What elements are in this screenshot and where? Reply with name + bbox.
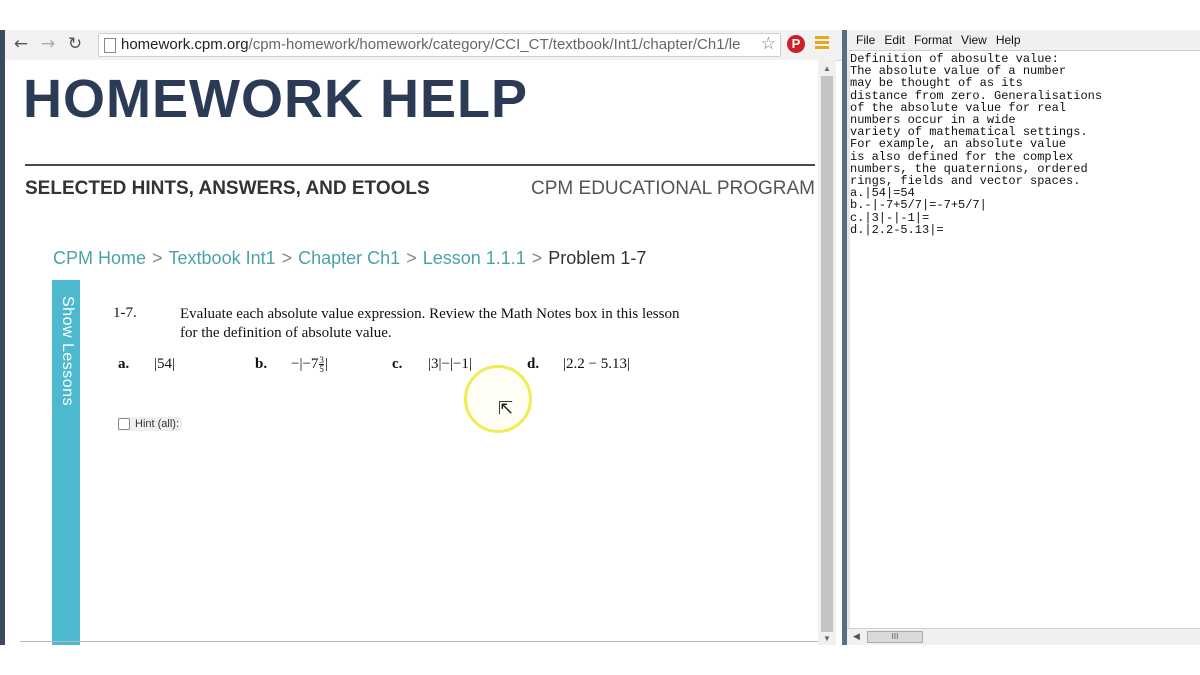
forward-icon[interactable]: → [38, 34, 58, 54]
scroll-left-icon[interactable]: ◀ [853, 631, 860, 642]
breadcrumb-textbook-link[interactable]: Textbook Int1 [169, 248, 276, 268]
hint-label: Hint (all): [135, 418, 180, 430]
back-icon[interactable]: ← [11, 34, 31, 54]
menu-edit[interactable]: Edit [884, 33, 905, 47]
breadcrumb-separator: > [531, 248, 543, 268]
screen-bottom-border [0, 645, 1200, 675]
scrollbar-thumb[interactable] [821, 76, 833, 632]
part-letter: b. [255, 356, 268, 372]
scroll-down-icon[interactable]: ▼ [823, 634, 831, 643]
browser-toolbar: ← → ↻ homework.cpm.org/cpm-homework/home… [5, 30, 842, 61]
screen-top-border [0, 0, 1200, 30]
breadcrumb-separator: > [281, 248, 293, 268]
reload-icon[interactable]: ↻ [65, 34, 85, 54]
vertical-scrollbar[interactable]: ▲ ▼ [818, 60, 836, 645]
url-text[interactable]: homework.cpm.org/cpm-homework/homework/c… [121, 36, 756, 54]
problem-part-d: d. |2.2 − 5.13| [527, 356, 630, 373]
page-subtitle: SELECTED HINTS, ANSWERS, AND ETOOLS [25, 178, 430, 199]
problem-part-b: b. −|−7 3 5 | [255, 356, 328, 375]
mouse-cursor-icon: ⇱ [498, 398, 514, 419]
address-bar[interactable]: homework.cpm.org/cpm-homework/homework/c… [98, 33, 781, 57]
url-host: homework.cpm.org [121, 36, 249, 53]
hint-toggle[interactable]: Hint (all): [118, 417, 183, 432]
problem-number: 1-7. [113, 305, 137, 321]
browser-window: ← → ↻ homework.cpm.org/cpm-homework/home… [0, 30, 842, 645]
menu-format[interactable]: Format [914, 33, 952, 47]
problem-part-a: a. |54| [118, 356, 175, 373]
part-letter: a. [118, 356, 130, 372]
breadcrumb-current: Problem 1-7 [548, 248, 647, 268]
menu-help[interactable]: Help [996, 33, 1021, 47]
title-divider [25, 164, 815, 166]
part-expression: |2.2 − 5.13| [563, 356, 630, 372]
part-letter: d. [527, 356, 540, 372]
fraction-denominator: 5 [319, 364, 324, 375]
breadcrumb-lesson-link[interactable]: Lesson 1.1.1 [423, 248, 526, 268]
show-lessons-label: Show Lessons [59, 296, 76, 407]
page-bottom-divider [20, 641, 818, 642]
notepad-horizontal-scrollbar[interactable]: ◀ III [847, 628, 1200, 646]
page-icon [104, 38, 116, 53]
bookmark-star-icon[interactable]: ☆ [761, 34, 776, 54]
notepad-window: File Edit Format View Help Definition of abo… [842, 30, 1200, 646]
problem-text: Evaluate each absolute value expression.… [180, 306, 680, 341]
show-lessons-tab[interactable]: Show Lessons [52, 280, 80, 645]
part-letter: c. [392, 356, 403, 372]
pinterest-icon[interactable]: P [787, 35, 805, 53]
breadcrumb-separator: > [152, 248, 163, 268]
part-expression: |3|−|−1| [428, 356, 472, 372]
org-name: CPM EDUCATIONAL PROGRAM [531, 178, 815, 199]
notepad-menubar: File Edit Format View Help [847, 30, 1200, 51]
breadcrumb-chapter-link[interactable]: Chapter Ch1 [298, 248, 400, 268]
web-page: HOMEWORK HELP SELECTED HINTS, ANSWERS, A… [5, 60, 818, 645]
notepad-scroll-thumb[interactable]: III [867, 631, 923, 643]
problem-part-c: c. |3|−|−1| [392, 356, 472, 373]
part-expression-pre: −|−7 [291, 356, 319, 372]
part-expression: |54| [154, 356, 176, 372]
url-path: /cpm-homework/homework/category/CCI_CT/t… [248, 36, 741, 53]
hint-checkbox[interactable] [118, 418, 130, 431]
menu-file[interactable]: File [856, 33, 875, 47]
breadcrumb: CPM Home > Textbook Int1 > Chapter Ch1 > Lesso… [53, 248, 646, 269]
breadcrumb-home-link[interactable]: CPM Home [53, 248, 146, 268]
breadcrumb-separator: > [406, 248, 417, 268]
menu-icon[interactable] [815, 36, 829, 50]
menu-view[interactable]: View [961, 33, 987, 47]
fraction: 35 [319, 356, 324, 375]
notepad-text-area[interactable]: Definition of abosulte value: The absolu… [850, 53, 1140, 236]
scroll-up-icon[interactable]: ▲ [823, 64, 831, 73]
part-expression-post: | [324, 356, 328, 372]
page-title: HOMEWORK HELP [23, 69, 528, 129]
